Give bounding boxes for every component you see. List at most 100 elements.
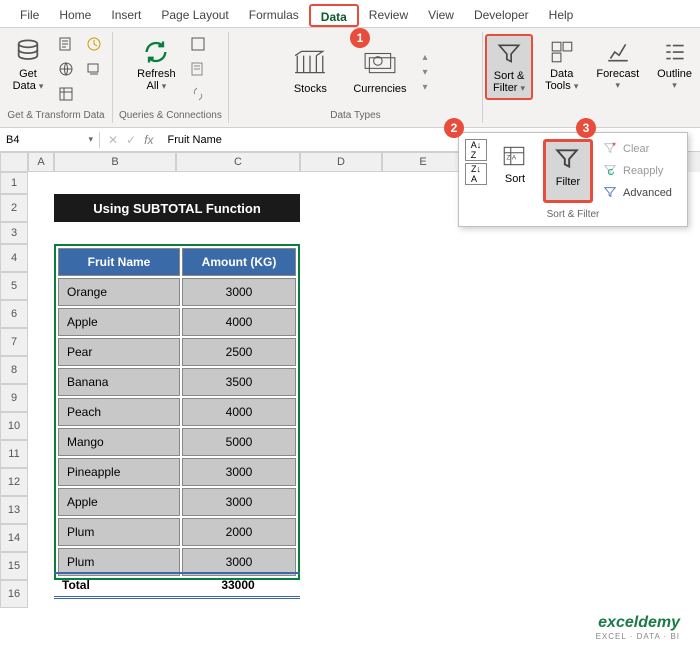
from-web-icon	[58, 61, 76, 79]
expand-icon[interactable]: ▾	[423, 82, 428, 93]
row-header[interactable]: 10	[0, 412, 28, 440]
tab-review[interactable]: Review	[359, 4, 418, 27]
tab-help[interactable]: Help	[539, 4, 584, 27]
table-row[interactable]: Banana3500	[58, 368, 296, 396]
from-text-button[interactable]	[56, 34, 78, 56]
callout-3: 3	[576, 118, 596, 138]
links-icon	[190, 86, 208, 104]
title-cell[interactable]: Using SUBTOTAL Function	[54, 194, 300, 222]
table-row[interactable]: Mango5000	[58, 428, 296, 456]
currencies-button[interactable]: Currencies	[343, 45, 416, 99]
forecast-icon	[604, 38, 632, 66]
enter-formula-icon[interactable]: ✓	[126, 133, 136, 147]
row-header[interactable]: 14	[0, 524, 28, 552]
clear-button[interactable]: Clear	[599, 139, 676, 159]
row-header[interactable]: 3	[0, 222, 28, 244]
reapply-button[interactable]: Reapply	[599, 161, 676, 181]
cancel-formula-icon[interactable]: ✕	[108, 133, 118, 147]
outline-label: Outline	[657, 68, 692, 80]
tab-home[interactable]: Home	[49, 4, 101, 27]
tab-data[interactable]: Data	[309, 4, 359, 27]
total-row[interactable]: Total 33000	[54, 572, 300, 599]
currencies-label: Currencies	[353, 83, 406, 95]
fx-icon[interactable]: fx	[144, 133, 153, 147]
edit-links-button[interactable]	[188, 84, 210, 106]
row-header[interactable]: 11	[0, 440, 28, 468]
forecast-label: Forecast	[596, 68, 639, 80]
table-row[interactable]: Orange3000	[58, 278, 296, 306]
sort-desc-button[interactable]: Z↓A	[465, 163, 487, 185]
recent-sources-button[interactable]	[84, 34, 106, 56]
stocks-label: Stocks	[294, 83, 327, 95]
row-header[interactable]: 15	[0, 552, 28, 580]
watermark-brand: exceldemy	[596, 614, 680, 632]
header-amount[interactable]: Amount (KG)	[182, 248, 296, 276]
name-box[interactable]: B4▾	[0, 132, 100, 148]
from-table-button[interactable]	[56, 84, 78, 106]
table-row[interactable]: Plum2000	[58, 518, 296, 546]
row-header[interactable]: 12	[0, 468, 28, 496]
row-header[interactable]: 5	[0, 272, 28, 300]
row-header[interactable]: 8	[0, 356, 28, 384]
col-header-b[interactable]: B	[54, 152, 176, 172]
existing-connections-button[interactable]	[84, 59, 106, 81]
get-data-button[interactable]: GetData ▾	[6, 34, 50, 96]
chevron-up-icon[interactable]: ▴	[423, 52, 428, 63]
row-header[interactable]: 16	[0, 580, 28, 608]
table-row[interactable]: Apple3000	[58, 488, 296, 516]
dropdown-group-label: Sort & Filter	[465, 209, 681, 220]
table-row[interactable]: Pineapple3000	[58, 458, 296, 486]
table-header-row[interactable]: Fruit Name Amount (KG)	[58, 248, 296, 276]
row-header[interactable]: 9	[0, 384, 28, 412]
svg-text:Z A: Z A	[506, 154, 516, 161]
col-header-c[interactable]: C	[176, 152, 300, 172]
tab-file[interactable]: File	[10, 4, 49, 27]
col-header-e[interactable]: E	[382, 152, 464, 172]
total-value[interactable]: 33000	[176, 574, 300, 596]
stocks-button[interactable]: Stocks	[283, 45, 337, 99]
from-web-button[interactable]	[56, 59, 78, 81]
sort-asc-button[interactable]: A↓Z	[465, 139, 487, 161]
row-header[interactable]: 7	[0, 328, 28, 356]
sort-button[interactable]: Z A Sort	[493, 139, 537, 203]
outline-button[interactable]: Outline▾	[651, 34, 698, 95]
row-header[interactable]: 2	[0, 194, 28, 222]
reapply-icon	[603, 163, 619, 179]
queries-icon	[190, 36, 208, 54]
tab-formulas[interactable]: Formulas	[239, 4, 309, 27]
refresh-all-button[interactable]: RefreshAll ▾	[131, 34, 182, 96]
row-header[interactable]: 1	[0, 172, 28, 194]
callout-2: 2	[444, 118, 464, 138]
table-row[interactable]: Apple4000	[58, 308, 296, 336]
col-header-d[interactable]: D	[300, 152, 382, 172]
chevron-down-icon[interactable]: ▾	[423, 67, 428, 78]
sort-filter-button[interactable]: Sort &Filter ▾	[485, 34, 533, 100]
table-row[interactable]: Pear2500	[58, 338, 296, 366]
forecast-button[interactable]: Forecast▾	[590, 34, 645, 95]
row-header[interactable]: 13	[0, 496, 28, 524]
name-box-chevron-icon[interactable]: ▾	[88, 134, 93, 145]
tab-page-layout[interactable]: Page Layout	[151, 4, 238, 27]
watermark: exceldemy EXCEL · DATA · BI	[596, 614, 680, 641]
group-transform-label: Get & Transform Data	[7, 110, 104, 121]
stocks-icon	[293, 49, 327, 79]
select-all-corner[interactable]	[0, 152, 28, 172]
row-header[interactable]: 6	[0, 300, 28, 328]
total-label[interactable]: Total	[54, 574, 176, 596]
recent-icon	[86, 36, 104, 54]
col-header-a[interactable]: A	[28, 152, 54, 172]
properties-button[interactable]	[188, 59, 210, 81]
data-tools-button[interactable]: DataTools ▾	[539, 34, 584, 96]
table-row[interactable]: Peach4000	[58, 398, 296, 426]
tab-developer[interactable]: Developer	[464, 4, 539, 27]
filter-button[interactable]: Filter	[543, 139, 593, 203]
advanced-button[interactable]: Advanced	[599, 183, 676, 203]
sort-label: Sort	[505, 173, 525, 185]
header-fruit[interactable]: Fruit Name	[58, 248, 180, 276]
row-header[interactable]: 4	[0, 244, 28, 272]
row-headers: 1 2 3 4 5 6 7 8 9 10 11 12 13 14 15 16	[0, 172, 28, 608]
queries-button[interactable]	[188, 34, 210, 56]
tab-insert[interactable]: Insert	[101, 4, 151, 27]
currencies-icon	[363, 49, 397, 79]
tab-view[interactable]: View	[418, 4, 464, 27]
